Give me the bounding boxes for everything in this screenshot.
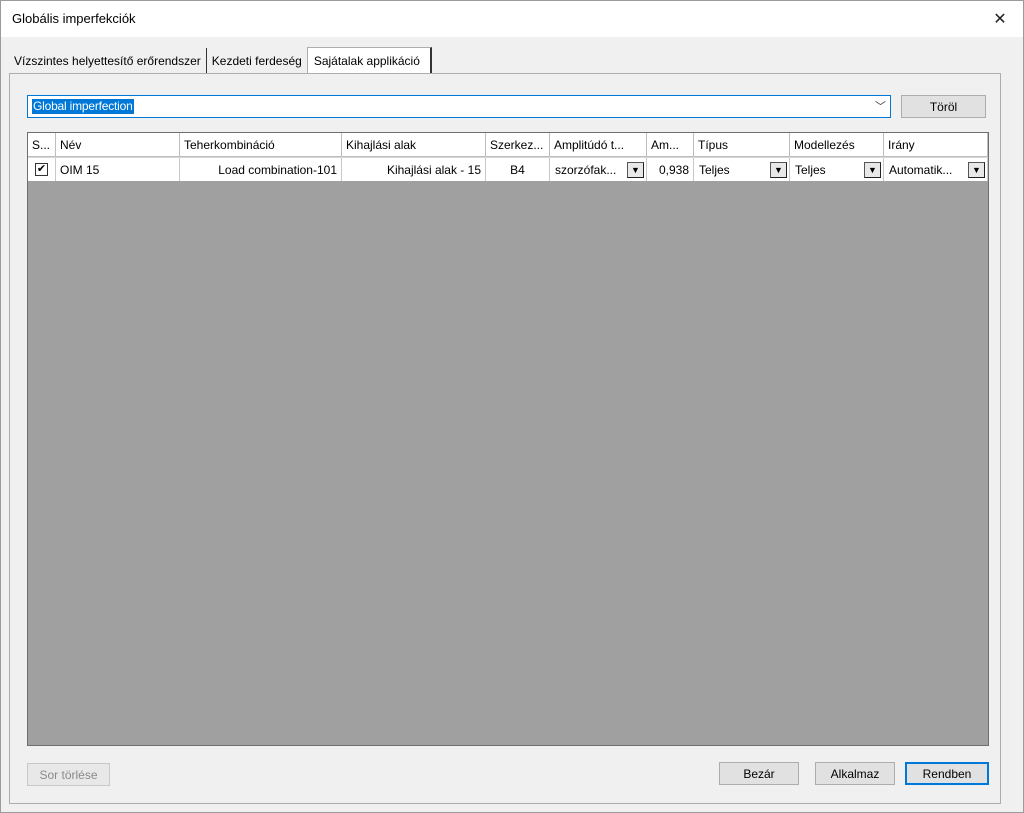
- structure-cell[interactable]: B4: [486, 158, 550, 181]
- row-select-cell[interactable]: ✔: [28, 158, 56, 181]
- row-checkbox[interactable]: ✔: [35, 163, 48, 176]
- type-cell[interactable]: Teljes ▼: [694, 158, 790, 181]
- modelling-value: Teljes: [795, 162, 826, 177]
- chevron-down-icon[interactable]: ﹀: [875, 98, 886, 114]
- imperfection-selector[interactable]: Global imperfection ﹀: [27, 95, 891, 118]
- column-header-type[interactable]: Típus: [694, 133, 790, 157]
- close-button[interactable]: ✕: [977, 1, 1023, 37]
- column-header-name[interactable]: Név: [56, 133, 180, 157]
- tab-eigenshape-application[interactable]: Sajátalak applikáció: [306, 47, 432, 74]
- title-bar: Globális imperfekciók ✕: [1, 1, 1023, 37]
- column-header-load-combination[interactable]: Teherkombináció: [180, 133, 342, 157]
- imperfection-table: S... Név Teherkombináció Kihajlási alak …: [27, 132, 989, 746]
- close-icon: ✕: [993, 11, 1007, 28]
- column-header-structure[interactable]: Szerkez...: [486, 133, 550, 157]
- tab-panel: Global imperfection ﹀ Töröl S... Név Teh…: [9, 73, 1001, 804]
- dialog-window: Globális imperfekciók ✕ Vízszintes helye…: [0, 0, 1024, 813]
- delete-button[interactable]: Töröl: [901, 95, 986, 118]
- table-row[interactable]: ✔ OIM 15 Load combination-101 Kihajlási …: [28, 157, 988, 181]
- triangle-down-icon[interactable]: ▼: [770, 161, 787, 178]
- load-combination-cell[interactable]: Load combination-101: [180, 158, 342, 181]
- imperfection-selector-value: Global imperfection: [32, 99, 134, 114]
- column-header-buckling-shape[interactable]: Kihajlási alak: [342, 133, 486, 157]
- ok-button[interactable]: Rendben: [905, 762, 989, 785]
- triangle-down-icon[interactable]: ▼: [968, 161, 985, 178]
- column-header-amplitude-type[interactable]: Amplitúdó t...: [550, 133, 647, 157]
- amplitude-type-cell[interactable]: szorzófak... ▼: [550, 158, 647, 181]
- triangle-down-icon[interactable]: ▼: [627, 161, 644, 178]
- apply-button[interactable]: Alkalmaz: [815, 762, 895, 785]
- delete-row-button[interactable]: Sor törlése: [27, 763, 110, 786]
- tab-horizontal-forces[interactable]: Vízszintes helyettesítő erőrendszer: [9, 48, 207, 73]
- triangle-down-icon[interactable]: ▼: [864, 161, 881, 178]
- column-header-amplitude[interactable]: Am...: [647, 133, 694, 157]
- window-title: Globális imperfekciók: [12, 11, 136, 26]
- column-header-modelling[interactable]: Modellezés: [790, 133, 884, 157]
- tab-strip: Vízszintes helyettesítő erőrendszer Kezd…: [9, 47, 432, 74]
- type-value: Teljes: [699, 162, 730, 177]
- tab-initial-inclination[interactable]: Kezdeti ferdeség: [207, 48, 307, 73]
- amplitude-type-value: szorzófak...: [555, 162, 617, 177]
- table-header: S... Név Teherkombináció Kihajlási alak …: [28, 133, 988, 157]
- amplitude-cell[interactable]: 0,938: [647, 158, 694, 181]
- name-cell[interactable]: OIM 15: [56, 158, 180, 181]
- modelling-cell[interactable]: Teljes ▼: [790, 158, 884, 181]
- direction-cell[interactable]: Automatik... ▼: [884, 158, 988, 181]
- direction-value: Automatik...: [889, 162, 953, 177]
- column-header-selected[interactable]: S...: [28, 133, 56, 157]
- column-header-direction[interactable]: Irány: [884, 133, 988, 157]
- buckling-shape-cell[interactable]: Kihajlási alak - 15: [342, 158, 486, 181]
- close-dialog-button[interactable]: Bezár: [719, 762, 799, 785]
